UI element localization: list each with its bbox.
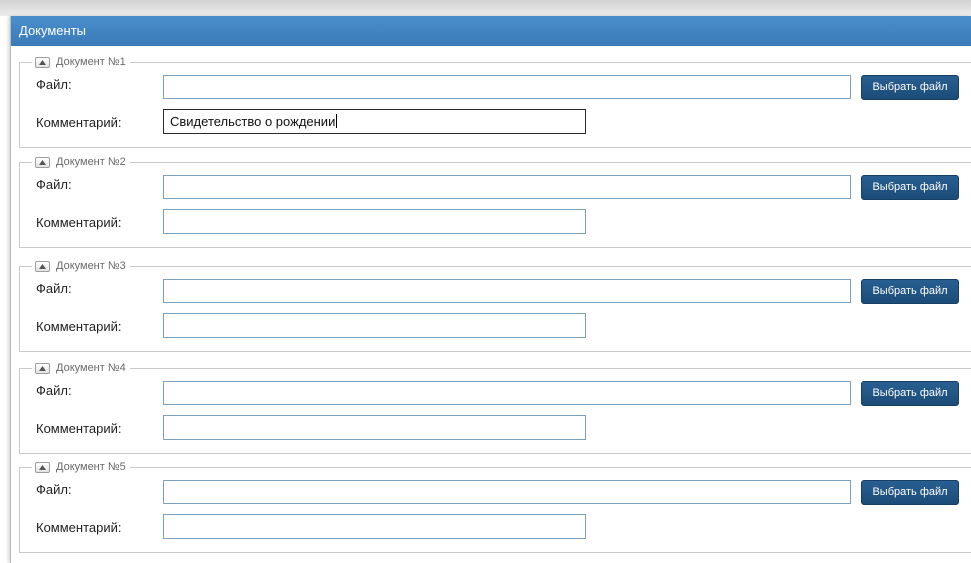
document-legend-text: Документ №2	[56, 156, 126, 168]
comment-field[interactable]	[163, 209, 586, 234]
panel-title: Документы	[11, 16, 971, 46]
choose-file-button[interactable]: Выбрать файл	[861, 480, 959, 505]
choose-file-button[interactable]: Выбрать файл	[861, 381, 959, 406]
document-group-1: Документ №1 Файл: Выбрать файл Комментар…	[19, 55, 971, 148]
collapse-up-icon[interactable]	[35, 56, 50, 68]
document-legend-text: Документ №5	[56, 461, 126, 473]
file-field[interactable]	[163, 175, 851, 199]
comment-field[interactable]	[163, 313, 586, 338]
collapse-up-icon[interactable]	[35, 461, 50, 473]
document-group-3: Документ №3 Файл: Выбрать файл Комментар…	[19, 259, 971, 352]
comment-label: Комментарий:	[36, 215, 122, 230]
document-legend-5: Документ №5	[32, 460, 130, 474]
file-field[interactable]	[163, 381, 851, 405]
choose-file-button[interactable]: Выбрать файл	[861, 175, 959, 200]
document-legend-4: Документ №4	[32, 361, 130, 375]
choose-file-button[interactable]: Выбрать файл	[861, 279, 959, 304]
collapse-up-icon[interactable]	[35, 362, 50, 374]
comment-field[interactable]	[163, 415, 586, 440]
document-legend-text: Документ №1	[56, 56, 126, 68]
comment-text: Свидетельство о рождении	[170, 114, 336, 129]
app-window: Документы Документ №1 Файл: Выбрать файл…	[0, 0, 971, 563]
documents-panel: Документы Документ №1 Файл: Выбрать файл…	[10, 16, 971, 563]
choose-file-button[interactable]: Выбрать файл	[861, 75, 959, 100]
document-legend-text: Документ №3	[56, 260, 126, 272]
text-caret	[336, 114, 338, 128]
comment-label: Комментарий:	[36, 319, 122, 334]
top-shade	[0, 0, 971, 16]
file-label: Файл:	[36, 77, 72, 92]
document-legend-text: Документ №4	[56, 362, 126, 374]
document-legend-2: Документ №2	[32, 155, 130, 169]
file-field[interactable]	[163, 480, 851, 504]
comment-field[interactable]	[163, 514, 586, 539]
file-label: Файл:	[36, 177, 72, 192]
collapse-up-icon[interactable]	[35, 260, 50, 272]
document-group-4: Документ №4 Файл: Выбрать файл Комментар…	[19, 361, 971, 454]
collapse-up-icon[interactable]	[35, 156, 50, 168]
comment-label: Комментарий:	[36, 520, 122, 535]
file-field[interactable]	[163, 75, 851, 99]
document-group-5: Документ №5 Файл: Выбрать файл Комментар…	[19, 460, 971, 553]
comment-label: Комментарий:	[36, 115, 122, 130]
file-field[interactable]	[163, 279, 851, 303]
file-label: Файл:	[36, 383, 72, 398]
comment-field[interactable]: Свидетельство о рождении	[163, 109, 586, 134]
document-group-2: Документ №2 Файл: Выбрать файл Комментар…	[19, 155, 971, 248]
file-label: Файл:	[36, 281, 72, 296]
document-legend-1: Документ №1	[32, 55, 130, 69]
file-label: Файл:	[36, 482, 72, 497]
comment-label: Комментарий:	[36, 421, 122, 436]
document-legend-3: Документ №3	[32, 259, 130, 273]
